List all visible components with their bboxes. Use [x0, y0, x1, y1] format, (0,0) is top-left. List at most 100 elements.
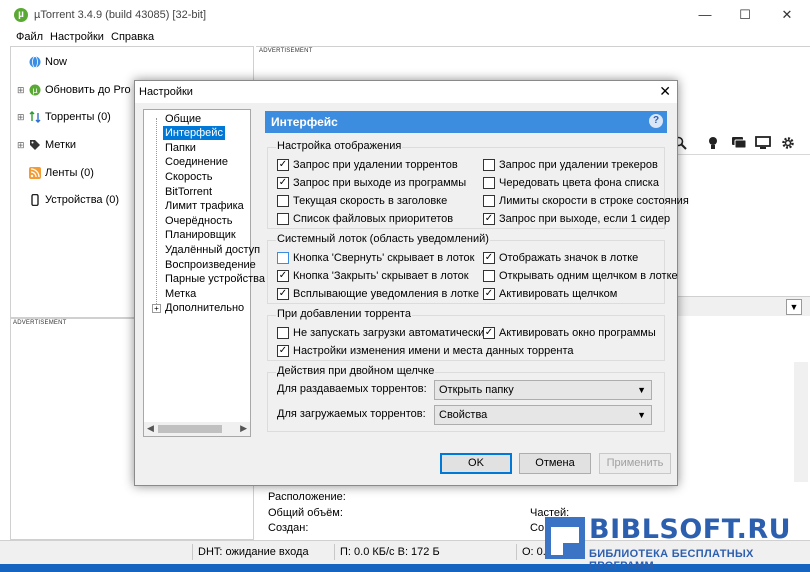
checkbox[interactable]: ✓	[483, 213, 495, 225]
separator	[192, 544, 193, 560]
checkbox[interactable]	[483, 177, 495, 189]
vertical-scrollbar[interactable]	[794, 362, 808, 482]
menu-bar: Файл Настройки Справка	[0, 30, 810, 46]
tree-line	[156, 118, 157, 310]
seeding-action-select[interactable]: Открыть папку ▼	[434, 380, 652, 400]
tree-item-general[interactable]: Общие	[163, 112, 203, 126]
gear-icon[interactable]	[780, 135, 796, 151]
checkbox[interactable]: ✓	[277, 270, 289, 282]
tree-item-advanced[interactable]: Дополнительно	[163, 301, 246, 315]
tree-item-folders[interactable]: Папки	[163, 141, 198, 155]
sidebar-item-label: Ленты (0)	[45, 167, 94, 179]
help-icon[interactable]: ?	[649, 114, 663, 128]
utorrent-logo-icon: µ	[14, 8, 28, 22]
checkbox-label: Запрос при удалении трекеров	[499, 159, 658, 171]
checkbox[interactable]	[277, 213, 289, 225]
checkbox[interactable]: ✓	[277, 345, 289, 357]
maximize-button[interactable]: ☐	[734, 5, 756, 25]
chevron-right-icon[interactable]: ▶	[240, 423, 247, 434]
group-double-click: Действия при двойном щелчке Для раздавае…	[267, 365, 665, 432]
chevron-down-icon: ▼	[637, 385, 646, 395]
watermark-logo-icon	[545, 517, 585, 559]
checkbox[interactable]	[277, 327, 289, 339]
checkbox-label: Запрос при выходе, если 1 сидер	[499, 213, 671, 225]
utorrent-icon: µ	[29, 84, 41, 96]
ad-label: ADVERTISEMENT	[13, 320, 67, 326]
checkbox[interactable]: ✓	[277, 177, 289, 189]
checkbox-label: Всплывающие уведомления в лотке	[293, 288, 479, 300]
expand-icon[interactable]: ⊞	[17, 135, 25, 155]
expand-icon[interactable]: ⊞	[17, 107, 25, 127]
tree-item-bittorrent[interactable]: BitTorrent	[163, 185, 214, 199]
tag-icon	[30, 140, 40, 150]
expand-icon[interactable]: +	[152, 304, 161, 313]
checkbox[interactable]: ✓	[483, 327, 495, 339]
watermark-subtitle: БИБЛИОТЕКА БЕСПЛАТНЫХ ПРОГРАММ	[589, 548, 754, 572]
chevron-down-icon[interactable]: ▼	[786, 299, 802, 315]
tree-item-paired-devices[interactable]: Парные устройства	[163, 272, 267, 286]
tree-item-playback[interactable]: Воспроизведение	[163, 258, 258, 272]
cancel-button[interactable]: Отмена	[519, 453, 591, 474]
tree-horizontal-scrollbar[interactable]: ◀ ▶	[144, 422, 250, 436]
checkbox[interactable]	[277, 252, 289, 264]
group-title: Настройка отображения	[276, 140, 403, 152]
downloading-action-label: Для загружаемых торрентов:	[277, 408, 426, 420]
globe-icon	[29, 56, 41, 68]
select-value: Свойства	[439, 409, 488, 421]
downloading-action-select[interactable]: Свойства ▼	[434, 405, 652, 425]
chat-icon[interactable]	[731, 135, 747, 151]
group-adding-torrent: При добавлении торрента Не запускать заг…	[267, 308, 665, 361]
checkbox[interactable]: ✓	[483, 252, 495, 264]
dialog-title: Настройки	[139, 86, 193, 98]
window-title: µTorrent 3.4.9 (build 43085) [32-bit]	[34, 9, 207, 21]
checkbox[interactable]	[277, 195, 289, 207]
apply-button[interactable]: Применить	[599, 453, 671, 474]
tree-item-interface[interactable]: Интерфейс	[163, 126, 225, 140]
biblsoft-watermark: BIBLSOFT.RU БИБЛИОТЕКА БЕСПЛАТНЫХ ПРОГРА…	[545, 514, 807, 572]
menu-file[interactable]: Файл	[16, 31, 43, 43]
tree-item-connection[interactable]: Соединение	[163, 155, 230, 169]
group-system-tray: Системный лоток (область уведомлений) Кн…	[267, 233, 678, 304]
ad-label: ADVERTISEMENT	[259, 48, 313, 54]
checkbox[interactable]	[483, 159, 495, 171]
tree-item-speed[interactable]: Скорость	[163, 170, 215, 184]
tree-item-traffic-limit[interactable]: Лимит трафика	[163, 199, 246, 213]
sidebar-item-now[interactable]: Now	[17, 52, 253, 72]
checkbox[interactable]: ✓	[483, 288, 495, 300]
checkbox-label: Запрос при удалении торрентов	[293, 159, 458, 171]
monitor-icon[interactable]	[755, 135, 771, 151]
minimize-button[interactable]: —	[694, 5, 716, 25]
checkbox-label: Активировать окно программы	[499, 327, 656, 339]
created-label: Создан:	[268, 522, 309, 534]
dialog-title-bar: Настройки ✕	[135, 81, 677, 103]
panel-title: Интерфейс	[271, 115, 338, 129]
menu-settings[interactable]: Настройки	[50, 31, 104, 43]
checkbox[interactable]: ✓	[277, 288, 289, 300]
checkbox-label: Список файловых приоритетов	[293, 213, 454, 225]
svg-text:µ: µ	[32, 86, 37, 95]
tree-item-queueing[interactable]: Очерёдность	[163, 214, 235, 228]
tree-item-remote[interactable]: Удалённый доступ	[163, 243, 262, 257]
close-button[interactable]: ✕	[776, 5, 798, 25]
bulb-icon[interactable]	[705, 135, 721, 151]
checkbox-label: Активировать щелчком	[499, 288, 618, 300]
scroll-thumb[interactable]	[158, 425, 222, 433]
checkbox[interactable]	[483, 195, 495, 207]
chevron-left-icon[interactable]: ◀	[147, 423, 154, 434]
tree-item-scheduler[interactable]: Планировщик	[163, 228, 238, 242]
group-display: Настройка отображения ✓ Запрос при удале…	[267, 140, 689, 229]
checkbox-label: Запрос при выходе из программы	[293, 177, 467, 189]
checkbox[interactable]: ✓	[277, 159, 289, 171]
separator	[516, 544, 517, 560]
sidebar-item-label: Обновить до Pro	[45, 84, 131, 96]
checkbox-label: Лимиты скорости в строке состояния	[499, 195, 689, 207]
tree-item-label[interactable]: Метка	[163, 287, 198, 301]
seeding-action-label: Для раздаваемых торрентов:	[277, 383, 427, 395]
ok-button[interactable]: OK	[440, 453, 512, 474]
title-bar: µ µTorrent 3.4.9 (build 43085) [32-bit] …	[0, 0, 810, 30]
checkbox[interactable]	[483, 270, 495, 282]
dialog-close-button[interactable]: ✕	[659, 83, 671, 100]
menu-help[interactable]: Справка	[111, 31, 154, 43]
expand-icon[interactable]: ⊞	[17, 80, 25, 100]
group-title: Действия при двойном щелчке	[276, 365, 436, 377]
